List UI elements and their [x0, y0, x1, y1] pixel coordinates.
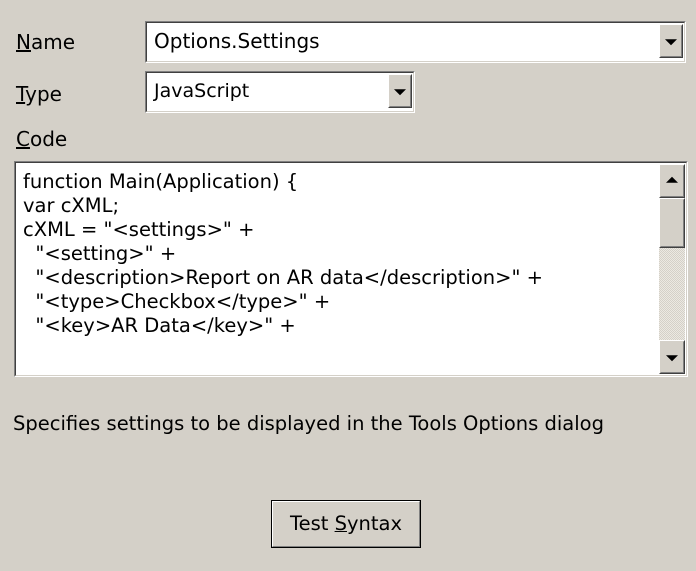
code-line: "<key>AR Data</key>" + [23, 314, 296, 337]
name-combobox[interactable]: Options.Settings [145, 21, 686, 63]
code-line: cXML = "<settings>" + [23, 218, 255, 241]
code-label-rest: ode [29, 127, 68, 151]
type-label-rest: ype [25, 82, 62, 106]
arrow-down-icon [666, 355, 678, 362]
test-syntax-mnemonic: S [334, 512, 347, 535]
name-label-rest: ame [30, 30, 76, 54]
test-syntax-label: Test Syntax [272, 501, 420, 547]
code-text-area[interactable]: function Main(Application) { var cXML; c… [23, 170, 657, 372]
type-label: Type [16, 81, 62, 107]
code-line: "<setting>" + [23, 242, 177, 265]
name-combobox-value: Options.Settings [154, 29, 320, 53]
scroll-thumb[interactable] [659, 198, 685, 248]
code-editor[interactable]: function Main(Application) { var cXML; c… [14, 161, 688, 377]
code-label-mnemonic: C [16, 127, 30, 151]
type-label-mnemonic: T [16, 82, 26, 106]
name-dropdown-button[interactable] [659, 24, 683, 58]
name-label-mnemonic: N [16, 30, 31, 54]
type-combobox[interactable]: JavaScript [145, 71, 415, 113]
name-label: Name [16, 29, 75, 55]
test-syntax-label-after: yntax [346, 512, 403, 535]
type-dropdown-button[interactable] [388, 74, 412, 108]
type-combobox-value: JavaScript [154, 80, 250, 102]
arrow-up-icon [666, 176, 678, 183]
code-scrollbar[interactable] [659, 164, 685, 374]
code-line: var cXML; [23, 194, 120, 217]
chevron-down-icon [665, 39, 677, 46]
scroll-down-button[interactable] [659, 340, 685, 374]
test-syntax-button[interactable]: Test Syntax [271, 500, 421, 548]
code-label: Code [16, 126, 67, 152]
description-text: Specifies settings to be displayed in th… [13, 412, 604, 435]
test-syntax-label-before: Test [289, 512, 335, 535]
code-line: "<type>Checkbox</type>" + [23, 290, 331, 313]
code-line: function Main(Application) { [23, 170, 299, 193]
code-line: "<description>Report on AR data</descrip… [23, 266, 543, 289]
chevron-down-icon [394, 89, 406, 96]
scroll-up-button[interactable] [659, 164, 685, 198]
